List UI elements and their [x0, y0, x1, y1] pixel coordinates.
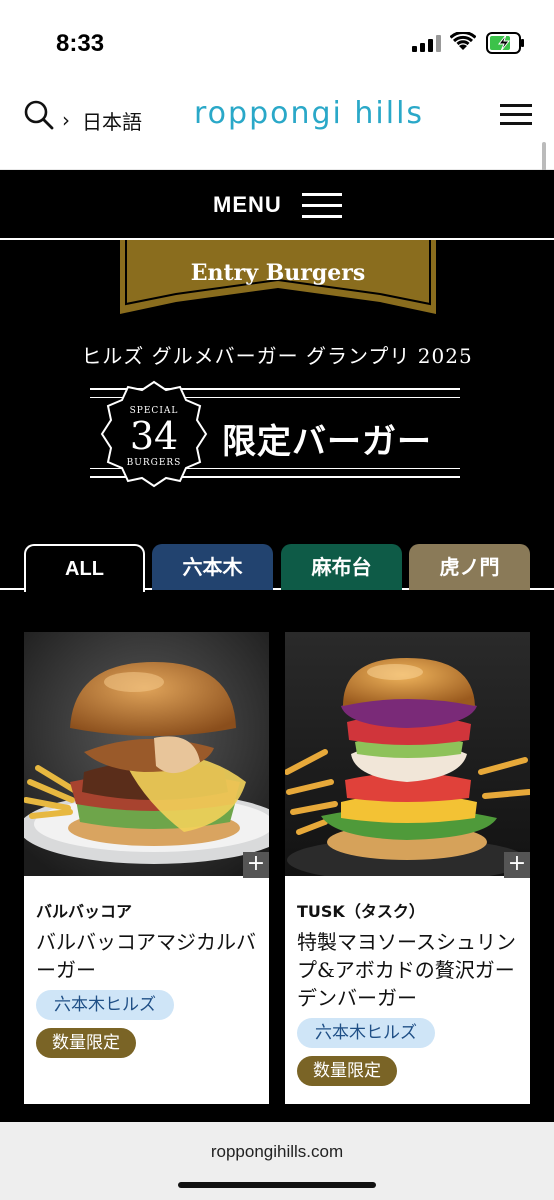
- limited-burgers-badge: SPECIAL 34 BURGERS 限定バーガー: [90, 380, 464, 490]
- menu-label[interactable]: MENU: [213, 192, 282, 218]
- scrollbar[interactable]: [542, 142, 546, 172]
- menu-bar[interactable]: MENU: [0, 170, 554, 240]
- area-tabs: ALL 六本木 麻布台 虎ノ門: [0, 544, 554, 592]
- burger-card[interactable]: + TUSK（タスク） 特製マヨソースシュリンプ&アボカドの贅沢ガーデンバーガー…: [285, 632, 530, 1104]
- location-badge: 六本木ヒルズ: [297, 1018, 435, 1048]
- entry-burgers-ribbon: Entry Burgers: [120, 240, 436, 314]
- limited-badge: 数量限定: [36, 1028, 136, 1058]
- burger-count: 34: [129, 414, 179, 458]
- ribbon-label: Entry Burgers: [190, 260, 366, 286]
- tab-toranomon[interactable]: 虎ノ門: [409, 544, 530, 590]
- tab-all[interactable]: ALL: [24, 544, 145, 592]
- limited-burgers-title: 限定バーガー: [222, 422, 432, 462]
- burger-name[interactable]: バルバッコアマジカルバーガー: [36, 928, 258, 984]
- burger-photo[interactable]: [24, 632, 269, 876]
- status-time: 8:33: [56, 30, 105, 57]
- burger-photo[interactable]: [285, 632, 530, 876]
- home-indicator[interactable]: [178, 1182, 376, 1188]
- status-bar: 8:33: [0, 0, 554, 78]
- expand-plus-icon[interactable]: +: [243, 852, 269, 878]
- burger-card[interactable]: + バルバッコア バルバッコアマジカルバーガー 六本木ヒルズ 数量限定: [24, 632, 269, 1104]
- event-title: ヒルズ グルメバーガー グランプリ 2025: [81, 344, 473, 368]
- limited-badge: 数量限定: [297, 1056, 397, 1086]
- hamburger-menu-icon[interactable]: [500, 102, 532, 128]
- tab-roppongi[interactable]: 六本木: [152, 544, 273, 590]
- seal-burgers-text: BURGERS: [126, 458, 182, 468]
- site-logo[interactable]: roppongi hills: [194, 96, 424, 131]
- store-name: バルバッコア: [36, 902, 133, 921]
- cellular-signal-icon: [412, 34, 441, 52]
- language-switch[interactable]: 日本語: [82, 106, 142, 135]
- store-name: TUSK（タスク）: [297, 902, 425, 921]
- tab-azabudai[interactable]: 麻布台: [281, 544, 402, 590]
- location-badge: 六本木ヒルズ: [36, 990, 174, 1020]
- battery-charging-icon: [486, 32, 524, 54]
- expand-plus-icon[interactable]: +: [504, 852, 530, 878]
- url-text[interactable]: roppongihills.com: [0, 1142, 554, 1162]
- menu-lines-icon[interactable]: [302, 192, 342, 220]
- search-icon[interactable]: [24, 100, 54, 130]
- wifi-icon: [450, 32, 476, 50]
- browser-address-bar[interactable]: roppongihills.com: [0, 1122, 554, 1200]
- site-header: › 日本語 roppongi hills: [0, 78, 554, 170]
- chevron-right-icon: ›: [62, 108, 70, 132]
- burger-name[interactable]: 特製マヨソースシュリンプ&アボカドの贅沢ガーデンバーガー: [297, 928, 519, 1012]
